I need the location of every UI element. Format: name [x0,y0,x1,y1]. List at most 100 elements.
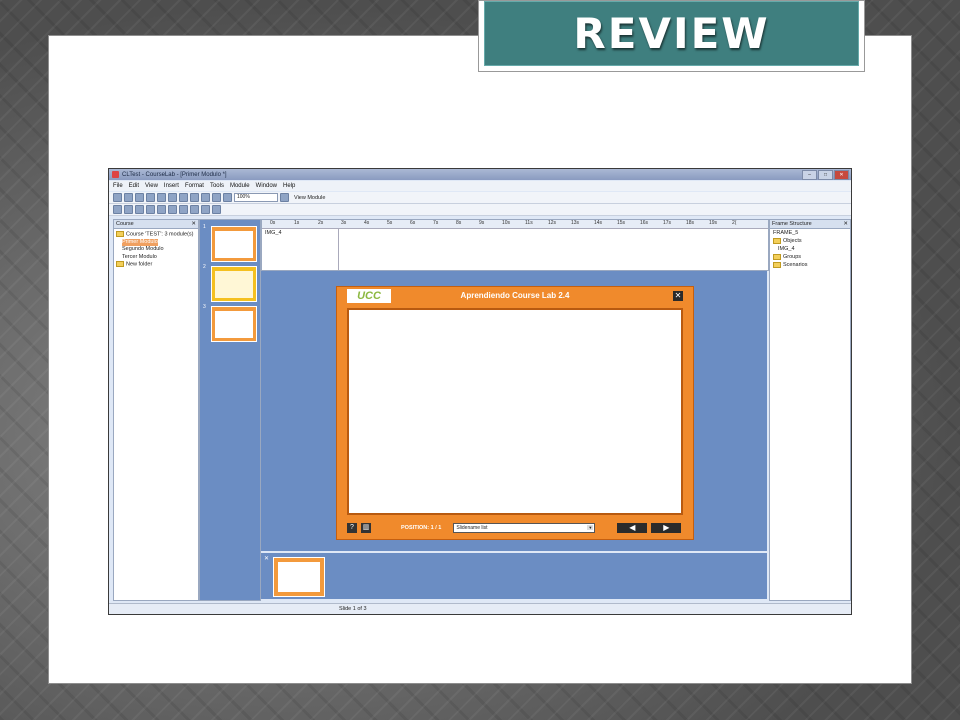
align-left-icon[interactable] [113,205,122,214]
titlebar: CLTest - CourseLab - [Primer Modulo *] –… [109,169,851,180]
new-icon[interactable] [113,193,122,202]
align-bottom-icon[interactable] [168,205,177,214]
close-icon[interactable]: ✕ [191,220,196,228]
tree-item[interactable]: Segundo Modulo [116,246,196,254]
chevron-down-icon: ▼ [587,524,594,530]
course-pane: Course ✕ Course 'TEST': 3 module(s) Prim… [113,219,199,601]
align-top-icon[interactable] [146,205,155,214]
course-icon [116,231,124,237]
tick-label: 8s [456,220,462,226]
redo-icon[interactable] [190,193,199,202]
tick-label: 3s [341,220,347,226]
view-module-button[interactable]: View Module [294,195,325,201]
groups-folder[interactable]: Groups [770,253,850,261]
save-icon[interactable] [135,193,144,202]
slide-thumbnail-3[interactable] [211,306,257,342]
tree-root[interactable]: Course 'TEST': 3 module(s) [116,231,196,239]
menubar: File Edit View Insert Format Tools Modul… [109,181,851,191]
frame-structure-pane: Frame Structure ✕ FRAME_5 Objects IMG_4 … [769,219,851,601]
thumb-number: 1 [203,224,206,230]
player-close-button[interactable]: ✕ [673,291,683,301]
group-icon[interactable] [201,205,210,214]
frame-thumbnail[interactable] [273,557,325,597]
undo-icon[interactable] [179,193,188,202]
menu-format[interactable]: Format [185,183,204,189]
tick-label: 17s [663,220,672,226]
thumb-number: 2 [203,264,206,270]
menu-button[interactable]: ▥ [361,522,371,533]
position-label: POSITION: 1 / 1 [401,524,442,531]
timeline-object[interactable]: IMG_4 [265,230,282,236]
object-item[interactable]: IMG_4 [770,245,850,253]
review-title: REVIEW [573,9,770,58]
work-area: UCC Aprendiendo Course Lab 2.4 ✕ ? ▥ POS… [261,271,767,551]
image-icon[interactable] [201,193,210,202]
tick-label: 5s [387,220,393,226]
align-middle-icon[interactable] [157,205,166,214]
frame-item[interactable]: FRAME_5 [770,229,850,237]
open-icon[interactable] [124,193,133,202]
bring-front-icon[interactable] [179,205,188,214]
player-title: Aprendiendo Course Lab 2.4 [460,291,570,300]
tree-item[interactable]: Primer Modulo [116,238,196,247]
menu-edit[interactable]: Edit [129,183,139,189]
review-banner-inner: REVIEW [484,1,859,66]
tick-label: 11s [525,220,533,226]
menu-view[interactable]: View [145,183,158,189]
close-icon[interactable]: ✕ [264,555,269,562]
menu-tools[interactable]: Tools [210,183,224,189]
help-button[interactable]: ? [347,522,357,533]
app-icon [112,171,119,178]
folder-icon [116,261,124,268]
minimize-button[interactable]: – [802,170,817,180]
frame-pane-title: Frame Structure [772,221,812,227]
slide-thumbnail-2[interactable] [211,266,257,302]
slide-thumbnail-1[interactable] [211,226,257,262]
tick-label: 2s [318,220,324,226]
zoom-select[interactable]: 100% [234,193,278,202]
tick-label: 0s [270,220,276,226]
status-text: Slide 1 of 3 [339,606,367,612]
copy-icon[interactable] [157,193,166,202]
maximize-button[interactable]: □ [818,170,833,180]
tree-item[interactable]: Tercer Modulo [116,254,196,262]
frame-icon[interactable] [223,193,232,202]
menu-help[interactable]: Help [283,183,295,189]
next-button[interactable]: ▶ [651,522,682,533]
window-controls: – □ ✕ [802,170,849,180]
object-icon[interactable] [212,193,221,202]
send-back-icon[interactable] [190,205,199,214]
objects-folder[interactable]: Objects [770,237,850,245]
align-center-icon[interactable] [124,205,133,214]
menu-window[interactable]: Window [256,183,277,189]
slide-select[interactable]: Slidename list ▼ [453,522,596,533]
menu-module[interactable]: Module [230,183,250,189]
tick-label: 16s [640,220,649,226]
thumb-number: 3 [203,304,206,310]
app-screenshot: CLTest - CourseLab - [Primer Modulo *] –… [108,168,852,615]
tree-folder[interactable]: New folder [116,261,196,269]
tick-label: 18s [686,220,695,226]
frame-pane-header: Frame Structure ✕ [770,220,850,229]
menu-file[interactable]: File [113,183,123,189]
align-right-icon[interactable] [135,205,144,214]
prev-button[interactable]: ◀ [617,522,648,533]
cut-icon[interactable] [146,193,155,202]
bottom-pane: ✕ [261,553,767,599]
folder-icon [773,237,781,244]
preview-icon[interactable] [280,193,289,202]
course-player: UCC Aprendiendo Course Lab 2.4 ✕ ? ▥ POS… [336,286,694,540]
ungroup-icon[interactable] [212,205,221,214]
paste-icon[interactable] [168,193,177,202]
slide-thumbnails: 1 2 3 [199,219,261,601]
tick-label: 12s [548,220,557,226]
tick-label: 6s [410,220,416,226]
player-controls: ? ▥ POSITION: 1 / 1 Slidename list ▼ ◀ ▶ [347,520,683,535]
tick-label: 10s [502,220,511,226]
menu-insert[interactable]: Insert [164,183,179,189]
scenarios-folder[interactable]: Scenarios [770,261,850,269]
tick-label: 1s [294,220,300,226]
close-button[interactable]: ✕ [834,170,849,180]
close-icon[interactable]: ✕ [843,220,848,228]
folder-icon [773,261,781,268]
